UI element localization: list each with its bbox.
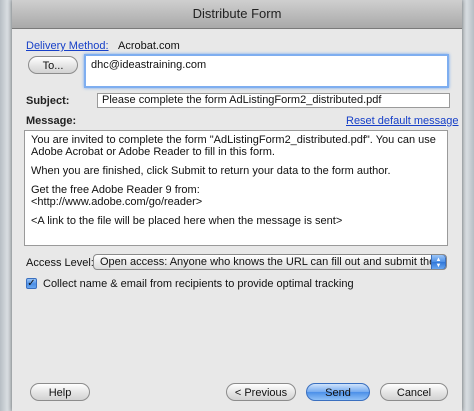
collect-tracking-label: Collect name & email from recipients to … (43, 278, 354, 290)
delivery-method-value: Acrobat.com (118, 40, 180, 52)
reset-default-message-link[interactable]: Reset default message (346, 115, 459, 127)
delivery-method-link[interactable]: Delivery Method: (26, 40, 109, 52)
message-paragraph: You are invited to complete the form "Ad… (31, 134, 436, 158)
access-level-label: Access Level: (26, 257, 94, 269)
to-recipients-input[interactable]: dhc@ideastraining.com (84, 54, 449, 88)
subject-input[interactable]: Please complete the form AdListingForm2_… (97, 93, 450, 108)
message-textarea[interactable]: You are invited to complete the form "Ad… (24, 130, 448, 246)
access-level-select[interactable]: Open access: Anyone who knows the URL ca… (93, 254, 447, 270)
message-paragraph: <A link to the file will be placed here … (31, 215, 343, 227)
message-label: Message: (26, 115, 77, 127)
message-paragraph: Get the free Adobe Reader 9 from: (31, 184, 200, 196)
subject-value: Please complete the form AdListingForm2_… (102, 94, 382, 106)
background-right-edge (462, 0, 474, 411)
collect-tracking-checkbox[interactable]: ✓ (26, 278, 37, 289)
dialog-title: Distribute Form (12, 0, 462, 29)
to-recipients-value: dhc@ideastraining.com (91, 59, 207, 71)
distribute-form-dialog: Distribute Form Delivery Method: Acrobat… (12, 0, 462, 411)
message-paragraph: <http://www.adobe.com/go/reader> (31, 196, 203, 208)
help-button[interactable]: Help (30, 383, 90, 401)
select-arrows-icon: ▲ ▼ (431, 255, 446, 269)
background-left-edge (0, 0, 12, 411)
send-button[interactable]: Send (306, 383, 370, 401)
cancel-button[interactable]: Cancel (380, 383, 448, 401)
previous-button[interactable]: < Previous (226, 383, 296, 401)
access-level-selected: Open access: Anyone who knows the URL ca… (100, 256, 447, 268)
message-paragraph: When you are finished, click Submit to r… (31, 165, 391, 177)
checkmark-icon: ✓ (27, 278, 36, 289)
to-button[interactable]: To... (28, 56, 78, 74)
subject-label: Subject: (26, 95, 70, 107)
